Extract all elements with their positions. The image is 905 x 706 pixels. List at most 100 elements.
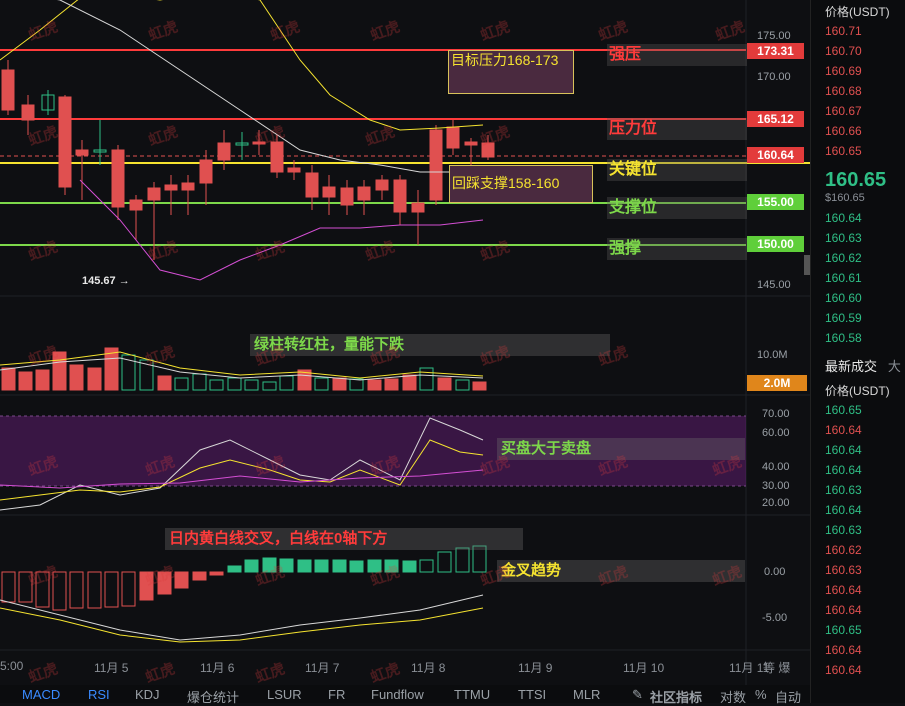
tab-mlr[interactable]: MLR <box>573 687 600 702</box>
trades-title[interactable]: 最新成交 大 <box>811 348 905 379</box>
tab-macd[interactable]: MACD <box>22 687 60 702</box>
macd-trend-note: 金叉趋势 <box>497 560 745 582</box>
trade-row: 160.64 <box>825 423 862 437</box>
orderbook-row: 160.69 <box>825 64 862 78</box>
order-book-panel: 价格(USDT) 160.71 160.70 160.69 160.68 160.67 1… <box>810 0 905 703</box>
trade-row: 160.64 <box>825 663 862 677</box>
macd-bar <box>35 571 50 608</box>
auto-toggle[interactable]: 自动 <box>775 687 801 706</box>
volume-bar <box>227 377 242 391</box>
tab-kdj[interactable]: KDJ <box>135 687 160 702</box>
orderbook-price-header: 价格(USDT) <box>825 5 890 19</box>
strong-resist-tag: 173.31 <box>747 43 804 59</box>
tab-fr[interactable]: FR <box>328 687 345 702</box>
macd-bar <box>104 571 119 608</box>
key-level-label: 关键位 <box>607 159 747 181</box>
rsi-tick: 30.00 <box>762 480 790 492</box>
candle-body <box>164 184 178 191</box>
volume-bar <box>367 379 382 391</box>
orderbook-row: 160.60 <box>825 291 862 305</box>
macd-bar <box>192 571 207 581</box>
orderbook-row: 160.64 <box>825 211 862 225</box>
macd-bar <box>279 558 294 573</box>
tab-rsi[interactable]: RSI <box>88 687 110 702</box>
trade-row: 160.65 <box>825 623 862 637</box>
trade-row: 160.63 <box>825 523 862 537</box>
candle-body <box>58 96 72 188</box>
tab-ttsi[interactable]: TTSI <box>518 687 546 702</box>
chart-area[interactable]: 175.00 170.00 145.00 10.0M 70.00 60.00 4… <box>0 0 810 685</box>
candle-body <box>75 149 89 156</box>
orderbook-row: 160.59 <box>825 311 862 325</box>
community-indicators-button[interactable]: 社区指标 <box>650 687 702 706</box>
date-label-suffix: 等 爆 <box>763 661 791 675</box>
volume-tag: 2.0M <box>747 375 807 391</box>
candle-body <box>270 141 284 173</box>
macd-dea <box>0 607 484 643</box>
ask-list: 160.71 160.70 160.69 160.68 160.67 160.66 160.… <box>811 21 905 161</box>
ma-purple <box>79 179 484 281</box>
rsi-tick: 70.00 <box>762 408 790 420</box>
macd-bar <box>1 571 16 603</box>
strong-resist-label: 强压 <box>607 44 747 66</box>
candle-body <box>129 199 143 211</box>
tab-liquidation[interactable]: 爆仓统计 <box>187 687 239 706</box>
volume-tick: 10.0M <box>757 349 788 361</box>
candle-body <box>322 186 336 198</box>
macd-bar <box>332 559 347 573</box>
candle-body <box>446 126 460 149</box>
log-scale-toggle[interactable]: 对数 <box>720 687 746 706</box>
macd-tick: -5.00 <box>762 612 788 624</box>
trade-row: 160.63 <box>825 563 862 577</box>
candle-body <box>429 129 443 201</box>
volume-bar <box>455 379 470 391</box>
tab-lsur[interactable]: LSUR <box>267 687 302 702</box>
macd-bar <box>174 571 189 589</box>
trade-row: 160.65 <box>825 403 862 417</box>
volume-bar <box>472 381 487 391</box>
orderbook-row: 160.65 <box>825 144 862 158</box>
candle-body <box>464 141 478 146</box>
volume-bar <box>349 378 364 391</box>
macd-bar <box>121 571 136 607</box>
strong-support-label: 强撑 <box>607 238 747 260</box>
percent-toggle[interactable]: % <box>755 687 767 702</box>
volume-bar <box>332 377 347 391</box>
support-tag: 155.00 <box>747 194 804 210</box>
volume-bar <box>419 367 434 391</box>
macd-bar <box>455 547 470 573</box>
target-resist-box: 目标压力168-173 <box>448 50 574 94</box>
candle-body <box>393 179 407 213</box>
macd-bar <box>69 571 84 609</box>
trade-row: 160.64 <box>825 603 862 617</box>
resist-tag: 165.12 <box>747 111 804 127</box>
indicator-tab-bar: MACD RSI KDJ 爆仓统计 LSUR FR Fundflow TTMU … <box>0 685 810 706</box>
date-label: 11月 6 <box>200 661 235 675</box>
candle-body <box>357 186 371 201</box>
volume-bar <box>1 367 16 391</box>
volume-bar <box>402 374 417 391</box>
tab-ttmu[interactable]: TTMU <box>454 687 490 702</box>
macd-dif <box>0 594 484 641</box>
macd-bar <box>367 559 382 573</box>
date-label: 11月 7 <box>305 661 340 675</box>
tab-fundflow[interactable]: Fundflow <box>371 687 424 702</box>
candle-body <box>305 172 319 198</box>
date-label: 11月 10 <box>623 661 665 675</box>
macd-bar <box>244 559 259 573</box>
edit-icon[interactable]: ✎ <box>632 687 643 703</box>
candle-body <box>181 182 195 191</box>
rsi-tick: 20.00 <box>762 497 790 509</box>
candle-body <box>252 141 266 145</box>
candle-body <box>375 179 389 191</box>
macd-bar <box>262 557 277 573</box>
rsi-note: 买盘大于卖盘 <box>497 438 745 460</box>
candle-body <box>217 142 231 161</box>
pullback-support-box: 回踩支撑158-160 <box>449 165 593 203</box>
macd-bar <box>297 559 312 573</box>
volume-bar <box>279 375 294 391</box>
volume-bar <box>69 364 84 391</box>
orderbook-row: 160.63 <box>825 231 862 245</box>
support-label: 支撑位 <box>607 197 747 219</box>
volume-bar <box>192 373 207 391</box>
